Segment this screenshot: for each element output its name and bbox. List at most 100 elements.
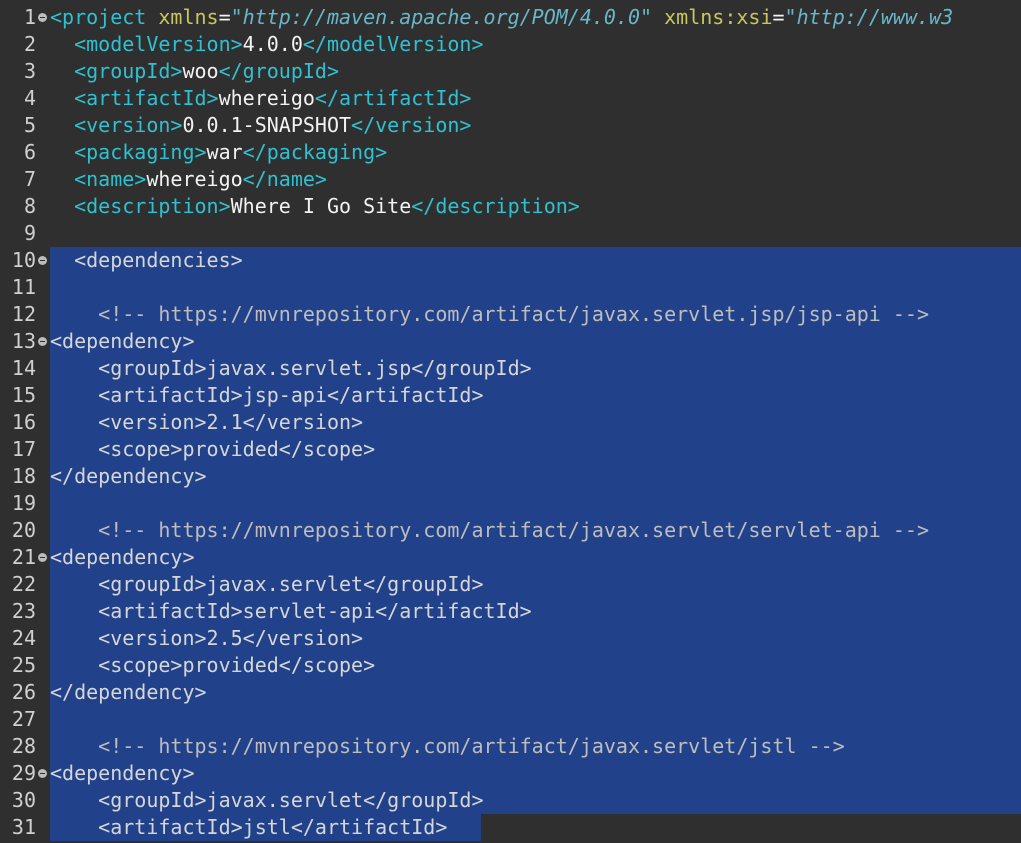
code-line[interactable]: 16 <version>2.1</version> [0, 409, 1021, 436]
code-line[interactable]: 25 <scope>provided</scope> [0, 652, 1021, 679]
code-text: <dependency> [50, 544, 195, 571]
xml-tag: <version> [98, 626, 207, 650]
selection-highlight [50, 760, 1021, 787]
xml-text: jstl [242, 815, 291, 839]
xml-tag: </scope> [278, 437, 376, 461]
line-number: 6 [23, 140, 36, 164]
xml-tag: </packaging> [242, 140, 388, 164]
xml-tag: </artifactId> [326, 383, 484, 407]
xml-tag: </groupId> [411, 356, 532, 380]
fold-toggle-icon[interactable] [38, 337, 47, 346]
code-text: <description>Where I Go Site</descriptio… [50, 193, 580, 220]
line-number: 13 [11, 329, 36, 353]
code-line[interactable]: 4 <artifactId>whereigo</artifactId> [0, 85, 1021, 112]
code-line[interactable]: 9 [0, 220, 1021, 247]
code-text: <!-- https://mvnrepository.com/artifact/… [50, 733, 845, 760]
xml-tag: <groupId> [98, 572, 207, 596]
code-line[interactable]: 15 <artifactId>jsp-api</artifactId> [0, 382, 1021, 409]
line-number: 8 [23, 194, 36, 218]
line-number: 19 [11, 491, 36, 515]
code-line[interactable]: 27 [0, 706, 1021, 733]
line-number: 21 [11, 545, 36, 569]
code-line[interactable]: 17 <scope>provided</scope> [0, 436, 1021, 463]
code-text: <project xmlns="http://maven.apache.org/… [50, 4, 953, 31]
code-line[interactable]: 30 <groupId>javax.servlet</groupId> [0, 787, 1021, 814]
code-line[interactable]: 22 <groupId>javax.servlet</groupId> [0, 571, 1021, 598]
code-line[interactable]: 7 <name>whereigo</name> [0, 166, 1021, 193]
code-line[interactable]: 5 <version>0.0.1-SNAPSHOT</version> [0, 112, 1021, 139]
code-text: <groupId>javax.servlet</groupId> [50, 571, 483, 598]
code-line[interactable]: 2 <modelVersion>4.0.0</modelVersion> [0, 31, 1021, 58]
xml-tag: <modelVersion> [74, 32, 243, 56]
fold-toggle-icon[interactable] [38, 13, 47, 22]
code-line[interactable]: 8 <description>Where I Go Site</descript… [0, 193, 1021, 220]
code-text: <packaging>war</packaging> [50, 139, 387, 166]
code-line[interactable]: 14 <groupId>javax.servlet.jsp</groupId> [0, 355, 1021, 382]
code-text: <version>0.0.1-SNAPSHOT</version> [50, 112, 471, 139]
line-number: 24 [11, 626, 36, 650]
code-line[interactable]: 11 [0, 274, 1021, 301]
xml-tag: <dependencies> [74, 248, 243, 272]
code-line[interactable]: 20 <!-- https://mvnrepository.com/artifa… [0, 517, 1021, 544]
xml-tag: <description> [74, 194, 231, 218]
xml-comment: <!-- https://mvnrepository.com/artifact/… [98, 734, 845, 758]
fold-toggle-icon[interactable] [38, 553, 47, 562]
xml-tag: </dependency> [50, 680, 207, 704]
xml-tag: </dependency> [50, 464, 207, 488]
code-line[interactable]: 1 <project xmlns="http://maven.apache.org… [0, 4, 1021, 31]
xml-text: servlet-api [242, 599, 376, 623]
code-line[interactable]: 12 <!-- https://mvnrepository.com/artifa… [0, 301, 1021, 328]
xml-tag: <version> [74, 113, 183, 137]
code-line[interactable]: 3 <groupId>woo</groupId> [0, 58, 1021, 85]
line-gutter: 24 [0, 625, 50, 652]
xml-text: = [772, 5, 785, 29]
line-number: 17 [11, 437, 36, 461]
code-line[interactable]: 23 <artifactId>servlet-api</artifactId> [0, 598, 1021, 625]
code-text: <version>2.5</version> [50, 625, 363, 652]
code-text: </dependency> [50, 463, 207, 490]
line-number: 3 [23, 59, 36, 83]
xml-tag: <packaging> [74, 140, 207, 164]
fold-toggle-icon[interactable] [38, 256, 47, 265]
xml-tag: <artifactId> [98, 599, 243, 623]
xml-tag: </artifactId> [375, 599, 532, 623]
code-line[interactable]: 24 <version>2.5</version> [0, 625, 1021, 652]
code-line[interactable]: 18 </dependency> [0, 463, 1021, 490]
code-line[interactable]: 31 <artifactId>jstl</artifactId> [0, 814, 1021, 841]
code-line[interactable]: 6 <packaging>war</packaging> [0, 139, 1021, 166]
line-number: 4 [23, 86, 36, 110]
line-number: 30 [11, 788, 36, 812]
code-line[interactable]: 29 <dependency> [0, 760, 1021, 787]
xml-comment: <!-- https://mvnrepository.com/artifact/… [98, 518, 930, 542]
line-number: 25 [11, 653, 36, 677]
code-line[interactable]: 10 <dependencies> [0, 247, 1021, 274]
code-line[interactable]: 26 </dependency> [0, 679, 1021, 706]
line-gutter: 7 [0, 166, 50, 193]
xml-tag: <groupId> [98, 356, 207, 380]
line-number: 7 [23, 167, 36, 191]
code-text: <groupId>javax.servlet.jsp</groupId> [50, 355, 532, 382]
code-editor[interactable]: 1 <project xmlns="http://maven.apache.org… [0, 0, 1021, 843]
fold-toggle-icon[interactable] [38, 769, 47, 778]
xml-text: javax.servlet [206, 572, 364, 596]
xml-tag: <artifactId> [98, 383, 243, 407]
line-gutter: 23 [0, 598, 50, 625]
code-text: <dependency> [50, 760, 195, 787]
line-gutter: 14 [0, 355, 50, 382]
xml-text: 2.5 [206, 626, 243, 650]
line-gutter: 30 [0, 787, 50, 814]
code-line[interactable]: 13 <dependency> [0, 328, 1021, 355]
line-gutter: 9 [0, 220, 50, 247]
xml-tag: </groupId> [218, 59, 340, 83]
code-line[interactable]: 28 <!-- https://mvnrepository.com/artifa… [0, 733, 1021, 760]
code-text: <groupId>javax.servlet</groupId> [50, 787, 483, 814]
code-line[interactable]: 21 <dependency> [0, 544, 1021, 571]
code-line[interactable]: 19 [0, 490, 1021, 517]
line-number: 5 [23, 113, 36, 137]
